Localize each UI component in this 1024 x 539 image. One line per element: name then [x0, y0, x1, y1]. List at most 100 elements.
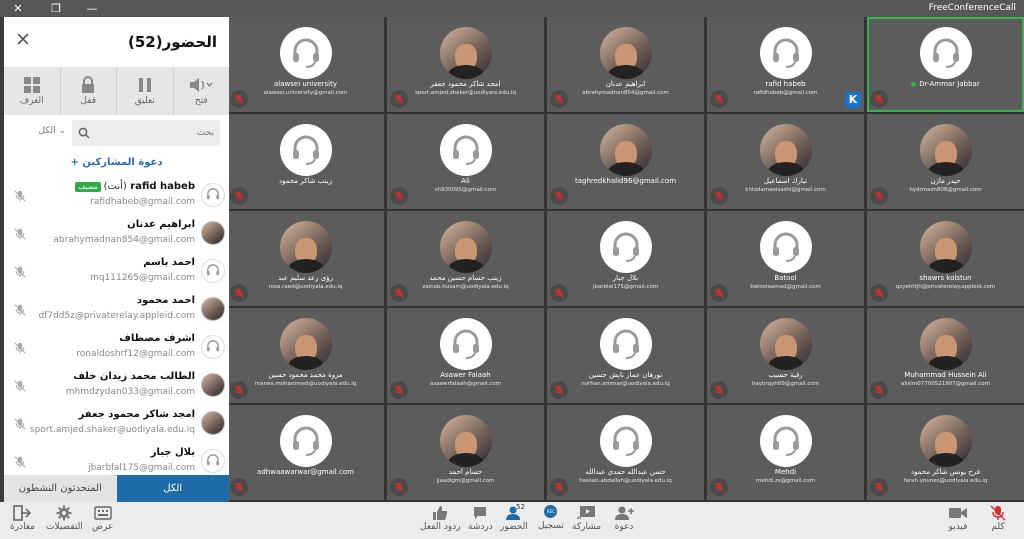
participant-row[interactable]: احمد باسم mq111265@gmail.com [4, 253, 229, 291]
tile-email: alislm07700521907@gmail.com [901, 381, 990, 387]
preferences-button[interactable]: التفضيلات [46, 505, 83, 537]
participant-tile[interactable]: زينب حسام حسين محمد zainab.husam@uodiyala… [387, 211, 544, 306]
close-icon[interactable] [16, 31, 30, 45]
invite-bb-label: دعوة [614, 522, 634, 532]
mic-muted-icon [870, 187, 888, 205]
tab-active-talkers[interactable]: المتحدثون النشطون [4, 475, 117, 502]
mic-muted-icon [990, 505, 1006, 521]
participant-email: df7dd5z@privaterelay.appleid.com [38, 311, 195, 321]
participant-tile[interactable]: زينب شاكر محمود [227, 114, 384, 209]
minimize-window-icon[interactable]: — [80, 0, 104, 17]
participant-row[interactable]: الطالب محمد زيدان خلف mhmdzydan033@gmail.… [4, 367, 229, 405]
participant-tile[interactable]: alawsei university alawsei.university@gma… [227, 17, 384, 112]
tile-name: نورهان عمار نايش حسين [547, 371, 704, 380]
tab-all[interactable]: الكل [116, 475, 229, 502]
reactions-button[interactable]: ردود الفعل [420, 505, 461, 537]
tile-name-text: rafid habeb [765, 80, 806, 88]
participant-tile[interactable]: shawrs kolstun qzyehttjh@privaterelay.app… [867, 211, 1024, 306]
invite-participants-link[interactable]: دعوة المشاركين + [4, 157, 229, 168]
participant-tile[interactable]: تبارك اسماعيل khlodamaeisashi@gmail.com [707, 114, 864, 209]
participant-tile[interactable]: مروة محمد محمود حسين marwa.mohammed@uodiy… [227, 308, 384, 403]
participant-tile[interactable]: Ali sh930095@gmail.com [387, 114, 544, 209]
participant-email: ronaldoshrf12@gmail.com [76, 349, 195, 359]
tile-name: rafid habeb [707, 80, 864, 89]
tile-name-text: ابراهيم عدنان [605, 80, 646, 88]
participant-tile[interactable]: نورهان عمار نايش حسين norhan.ammar@uodiya… [547, 308, 704, 403]
keyboard-icon [93, 506, 112, 520]
participant-tile[interactable]: رقية حسيب haybrqyh69@gmail.com [707, 308, 864, 403]
participant-email: sport.amjed.shaker@uodiyala.edu.iq [29, 425, 195, 435]
avatar [201, 373, 225, 397]
tile-name: بلال جبار [547, 274, 704, 283]
participant-name: احمد باسم [143, 257, 195, 268]
chat-button[interactable]: دردشة [468, 505, 493, 537]
avatar [280, 318, 332, 370]
filter-dropdown[interactable]: ⌄ الكل [30, 126, 66, 136]
invite-button[interactable]: دعوة [614, 505, 634, 537]
rooms-button[interactable]: الغرف [4, 67, 61, 115]
participant-tile[interactable]: بلال جبار jbarblal175@gmail.com [547, 211, 704, 306]
participant-row[interactable]: ابراهيم عدنان abrahymadnan854@gmail.com [4, 215, 229, 253]
participant-tile[interactable]: Mehdi mehdi.zs@gmail.com [707, 405, 864, 500]
participant-tile[interactable]: حسن عبدالله حمدي عبدالله hassan.abdallah@… [547, 405, 704, 500]
participant-tile[interactable]: Batool batoolaamad@gmail.com [707, 211, 864, 306]
mic-muted-icon[interactable] [14, 226, 26, 245]
leave-button[interactable]: مغادرة [10, 505, 35, 537]
participant-tile[interactable]: حيدر مازن hydrmazn808@gmail.com [867, 114, 1024, 209]
share-button[interactable]: مشاركة [572, 505, 601, 537]
participant-tile[interactable]: adhwaawarwar@gmail.com [227, 405, 384, 500]
tile-name: رؤى رعد سليم عبد [227, 274, 384, 283]
tile-name-text: Mehdi [774, 468, 797, 476]
mic-muted-icon [550, 90, 568, 108]
tile-email: abrahymadnan854@gmail.com [582, 90, 669, 96]
participant-name-text: احمد محمود [136, 295, 195, 306]
tile-email: batoolaamad@gmail.com [750, 284, 821, 290]
rooms-label: الغرف [19, 96, 44, 106]
participant-row[interactable]: امجد شاكر محمود جعفر sport.amjed.shaker@u… [4, 405, 229, 443]
participant-tile[interactable]: امجد شاكر محمود جعفر sport.amjed.shaker@u… [387, 17, 544, 112]
participant-name: احمد محمود [137, 295, 195, 306]
tile-name: alawsei university [227, 80, 384, 89]
mic-muted-icon[interactable] [14, 264, 26, 283]
participant-tile[interactable]: Dr-Ammar Jabbar [867, 17, 1024, 112]
participant-tile[interactable]: Muhammad Hussein Ali alislm07700521907@gm… [867, 308, 1024, 403]
attendees-button[interactable]: 52 الحضور [500, 503, 528, 537]
mic-muted-icon[interactable] [14, 454, 26, 473]
mic-muted-icon [390, 284, 408, 302]
hold-button[interactable]: تعليق [117, 67, 174, 115]
participant-name: بلال جبار [151, 447, 195, 458]
mic-muted-icon[interactable] [14, 378, 26, 397]
tile-name-text: زينب شاكر محمود [278, 177, 332, 185]
close-window-icon[interactable]: ✕ [6, 0, 30, 17]
participant-tile[interactable]: حسام احمد jjaadlgm@gmail.com [387, 405, 544, 500]
headset-avatar-icon [280, 27, 332, 79]
participant-tile[interactable]: رؤى رعد سليم عبد rosa.raed@uodiyala.edu.i… [227, 211, 384, 306]
avatar [280, 221, 332, 273]
mic-muted-icon[interactable] [14, 188, 26, 207]
record-button[interactable]: REC تسجيل [538, 505, 564, 537]
mic-muted-icon[interactable] [14, 416, 26, 435]
lock-button[interactable]: قفل [61, 67, 117, 115]
mic-muted-icon[interactable] [14, 302, 26, 321]
participant-tile[interactable]: فرح يونس شاكر محمود farah.younes@uodiyala… [867, 405, 1024, 500]
mic-button[interactable]: كلم [990, 505, 1006, 537]
mic-muted-icon [870, 381, 888, 399]
unmute-all-button[interactable]: فتح [174, 67, 230, 115]
restore-window-icon[interactable]: ❐ [44, 0, 68, 17]
conference-app: ✕ ❐ — FreeConferenceCall Dr-Ammar Jabbar… [0, 0, 1024, 539]
participant-tile[interactable]: ابراهيم عدنان abrahymadnan854@gmail.com [547, 17, 704, 112]
video-button[interactable]: فيديو [948, 505, 968, 537]
participant-tile[interactable]: Asawer Falaah asawerfalaah@gmail.com [387, 308, 544, 403]
participant-row[interactable]: بلال جبار jbarblal175@gmail.com [4, 443, 229, 475]
participant-row[interactable]: اشرف مصطاف ronaldoshrf12@gmail.com [4, 329, 229, 367]
participant-tile[interactable]: rafid habeb rafidhabeb@gmail.com K [707, 17, 864, 112]
participant-row[interactable]: rafid habeb (أنت)مضيف rafidhabeb@gmail.co… [4, 177, 229, 215]
view-button[interactable]: عرض [92, 505, 113, 537]
tile-email: zainab.husam@uodiyala.edu.iq [422, 284, 509, 290]
mic-label: كلم [991, 522, 1005, 532]
tile-email: hydrmazn808@gmail.com [909, 187, 982, 193]
search-input[interactable] [94, 120, 214, 146]
participant-row[interactable]: احمد محمود df7dd5z@privaterelay.appleid.c… [4, 291, 229, 329]
participant-tile[interactable]: taghredkhalid96@gmail.com [547, 114, 704, 209]
mic-muted-icon[interactable] [14, 340, 26, 359]
